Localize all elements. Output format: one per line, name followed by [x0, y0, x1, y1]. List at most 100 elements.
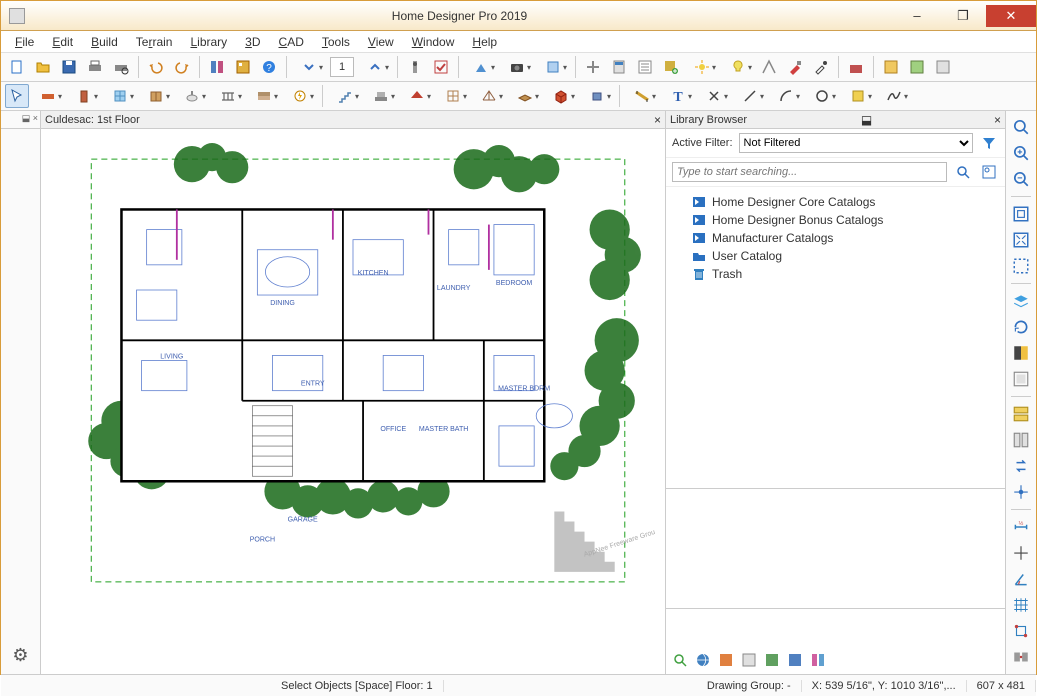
angle-snaps-icon[interactable]	[1009, 567, 1033, 591]
swap-views-icon[interactable]	[1009, 454, 1033, 478]
framing-tool[interactable]	[436, 84, 470, 108]
library-item-manufacturer[interactable]: Manufacturer Catalogs	[676, 229, 995, 247]
camera-button[interactable]	[500, 55, 534, 79]
library-filter-select[interactable]: Not Filtered	[739, 133, 973, 153]
electrical-tool[interactable]	[283, 84, 317, 108]
library-item-bonus[interactable]: Home Designer Bonus Catalogs	[676, 211, 995, 229]
menu-tools[interactable]: Tools	[314, 33, 358, 51]
library-item-trash[interactable]: Trash	[676, 265, 995, 283]
dock-pin-icon[interactable]: ⬓ ×	[1, 113, 40, 129]
sunlight-button[interactable]	[685, 55, 719, 79]
settings-gear-icon[interactable]: ⚙	[12, 645, 28, 666]
layer-display-icon[interactable]	[1009, 289, 1033, 313]
refresh-icon[interactable]	[1009, 315, 1033, 339]
open-button[interactable]	[31, 55, 55, 79]
document-tab[interactable]: Culdesac: 1st Floor ×	[41, 111, 665, 129]
fill-extents-icon[interactable]	[1009, 254, 1033, 278]
zoom-out-icon[interactable]	[1009, 167, 1033, 191]
railing-tool[interactable]	[211, 84, 245, 108]
door-tool[interactable]	[67, 84, 101, 108]
print-preview-button[interactable]	[109, 55, 133, 79]
floor-plan-canvas[interactable]: LIVING DINING KITCHEN LAUNDRY BEDROOM OF…	[41, 129, 665, 674]
search-options-icon[interactable]	[979, 162, 999, 182]
crosshair-icon[interactable]	[1009, 541, 1033, 565]
soffit-tool[interactable]	[247, 84, 281, 108]
library-close-icon[interactable]: ×	[994, 113, 1001, 127]
menu-build[interactable]: Build	[83, 33, 126, 51]
library-search-input[interactable]	[672, 162, 947, 182]
lib-view5-icon[interactable]	[808, 650, 828, 670]
lib-view3-icon[interactable]	[762, 650, 782, 670]
color-toggle-icon[interactable]	[1009, 341, 1033, 365]
circle-tool[interactable]	[805, 84, 839, 108]
floor-number[interactable]: 1	[330, 57, 354, 77]
truss-tool[interactable]	[472, 84, 506, 108]
library-tree[interactable]: Home Designer Core Catalogs Home Designe…	[666, 187, 1005, 488]
floor-up-button[interactable]	[358, 55, 392, 79]
library-pin-icon[interactable]: ⬓	[861, 113, 872, 127]
floor-camera-button[interactable]	[464, 55, 498, 79]
tile-horizontal-icon[interactable]	[1009, 402, 1033, 426]
menu-file[interactable]: File	[7, 33, 42, 51]
select-tool[interactable]	[5, 84, 29, 108]
point-tool[interactable]	[697, 84, 731, 108]
add-to-library-button[interactable]	[659, 55, 683, 79]
menu-edit[interactable]: Edit	[44, 33, 81, 51]
search-icon[interactable]	[953, 162, 973, 182]
wall-elevation-button[interactable]	[757, 55, 781, 79]
zoom-in-icon[interactable]	[1009, 141, 1033, 165]
reference-display-icon[interactable]	[1009, 367, 1033, 391]
new-button[interactable]	[5, 55, 29, 79]
fill-window-icon[interactable]	[1009, 202, 1033, 226]
temp-dimensions-icon[interactable]: ½	[1009, 515, 1033, 539]
menu-cad[interactable]: CAD	[271, 33, 312, 51]
library-browser-button[interactable]	[205, 55, 229, 79]
stairs-tool[interactable]	[328, 84, 362, 108]
roof-tool[interactable]	[400, 84, 434, 108]
lib-view4-icon[interactable]	[785, 650, 805, 670]
menu-view[interactable]: View	[360, 33, 402, 51]
fill-window2-icon[interactable]	[1009, 228, 1033, 252]
document-close-icon[interactable]: ×	[654, 113, 661, 127]
cabinet-tool[interactable]	[139, 84, 173, 108]
lib-view1-icon[interactable]	[716, 650, 736, 670]
line-tool[interactable]	[733, 84, 767, 108]
lib-view2-icon[interactable]	[739, 650, 759, 670]
menu-terrain[interactable]: Terrain	[128, 33, 181, 51]
undo-button[interactable]	[144, 55, 168, 79]
menu-library[interactable]: Library	[182, 33, 235, 51]
fixture-tool[interactable]	[175, 84, 209, 108]
minimize-button[interactable]: –	[894, 5, 940, 27]
text-tool[interactable]: T	[661, 84, 695, 108]
lib-globe-icon[interactable]	[693, 650, 713, 670]
library-item-core[interactable]: Home Designer Core Catalogs	[676, 193, 995, 211]
spline-tool[interactable]	[877, 84, 911, 108]
maximize-button[interactable]: ❐	[940, 5, 986, 27]
close-button[interactable]: ✕	[986, 5, 1036, 27]
box-tool[interactable]	[841, 84, 875, 108]
floor-tool[interactable]	[508, 84, 542, 108]
menu-help[interactable]: Help	[464, 33, 505, 51]
view-mode1-button[interactable]	[879, 55, 903, 79]
foundation-tool[interactable]	[364, 84, 398, 108]
filter-funnel-icon[interactable]	[979, 133, 999, 153]
library-item-user[interactable]: User Catalog	[676, 247, 995, 265]
delete-surface-button[interactable]	[844, 55, 868, 79]
object-snaps-icon[interactable]	[1009, 619, 1033, 643]
bumping-icon[interactable]	[1009, 645, 1033, 669]
lighting-button[interactable]	[721, 55, 755, 79]
build-framing-button[interactable]	[581, 55, 605, 79]
zoom-tool-icon[interactable]	[1009, 115, 1033, 139]
material-list-button[interactable]	[633, 55, 657, 79]
calculate-button[interactable]	[607, 55, 631, 79]
menu-window[interactable]: Window	[404, 33, 463, 51]
grid-snaps-icon[interactable]	[1009, 593, 1033, 617]
eyedropper-button[interactable]	[809, 55, 833, 79]
project-browser-button[interactable]	[231, 55, 255, 79]
window-tool[interactable]	[103, 84, 137, 108]
arc-tool[interactable]	[769, 84, 803, 108]
floor-down-button[interactable]	[292, 55, 326, 79]
view-mode3-button[interactable]	[931, 55, 955, 79]
3d-box-tool[interactable]	[544, 84, 578, 108]
material-painter-button[interactable]	[783, 55, 807, 79]
